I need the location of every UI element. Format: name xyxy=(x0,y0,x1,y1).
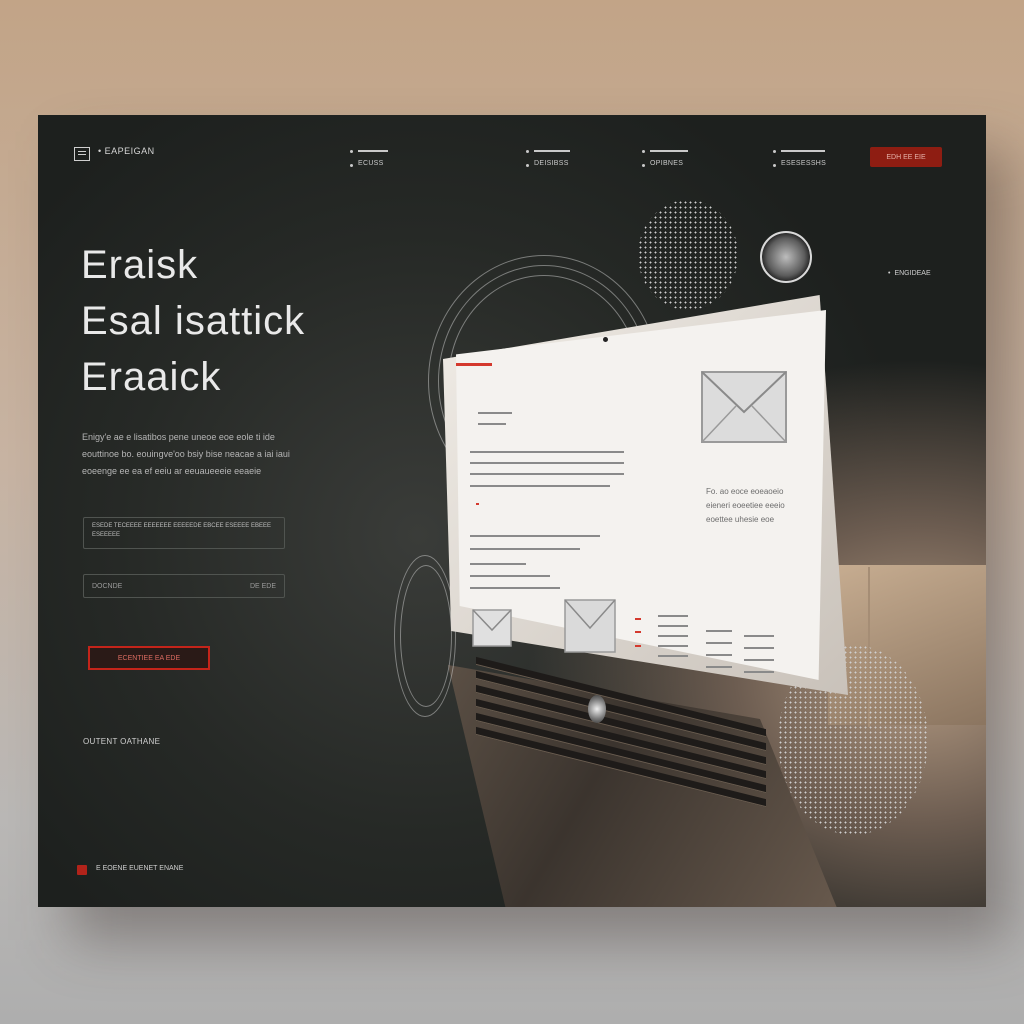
swirl-decoration xyxy=(400,565,452,707)
screen-text-line xyxy=(744,647,774,649)
screen-text-line xyxy=(470,587,560,589)
mail-icon xyxy=(472,608,512,648)
screen-text-line xyxy=(706,630,732,632)
primary-button[interactable]: ECENTIEE EA EDE xyxy=(88,646,210,670)
footer-badge-icon xyxy=(77,865,87,875)
particle-decoration xyxy=(638,200,738,310)
nav-item-label: ESESESSHS xyxy=(781,160,827,167)
screen-text-line xyxy=(478,423,506,425)
hero-description: Enigy'e ae e lisatibos pene uneoe eoe eo… xyxy=(82,432,290,476)
screen-text-line xyxy=(706,654,732,656)
footer-text: E EOENE EUENET ENANE xyxy=(96,865,184,872)
nav-item-4[interactable]: ESESESSHS xyxy=(773,150,826,167)
landing-page-mockup: • EAPEIGAN ECUSS DEISIBSS OPIBNES ESESES… xyxy=(38,115,986,907)
camera-icon xyxy=(603,337,608,342)
hero-line-2: Esal isattick xyxy=(81,299,306,343)
screen-text-line xyxy=(706,642,732,644)
brand-name[interactable]: • EAPEIGAN xyxy=(98,146,155,156)
logo-icon[interactable] xyxy=(74,147,90,161)
screen-text-line xyxy=(706,666,732,668)
header-cta-button[interactable]: EDH EE EIE xyxy=(870,147,942,167)
screen-text-line xyxy=(744,635,774,637)
screen-text-line xyxy=(470,485,610,487)
nav-item-3[interactable]: OPIBNES xyxy=(642,150,688,167)
mail-icon xyxy=(700,368,788,446)
screen-text-line xyxy=(658,645,688,647)
hero-headline: Eraisk Esal isattick Eraaick xyxy=(81,237,305,405)
screen-text-line xyxy=(470,575,550,577)
screen-text-line xyxy=(658,625,688,627)
screen-text-line xyxy=(470,451,624,453)
select-field-meta: DE EDE xyxy=(249,582,276,590)
nav-item-label: ECUSS xyxy=(358,160,384,167)
nav-item-label: DEISIBSS xyxy=(534,160,569,167)
screen-text-line xyxy=(470,535,600,537)
device-knob-icon xyxy=(588,695,606,723)
screen-text-line xyxy=(658,615,688,617)
list-bullet-icon xyxy=(635,618,641,620)
screen-text-line xyxy=(658,655,688,657)
screen-red-dot xyxy=(476,503,479,505)
text-input-field[interactable]: ESEDE TECEEEE EEEEEEE EEEEEDE EBCEE ESEE… xyxy=(83,517,285,549)
screen-side-text: Fo. ao eoce eoeaoeio eieneri eoeetiee ee… xyxy=(706,487,785,524)
list-bullet-icon xyxy=(635,631,641,633)
mail-icon xyxy=(564,598,616,654)
list-bullet-icon xyxy=(635,645,641,647)
screen-text-line xyxy=(470,563,526,565)
lens-icon xyxy=(760,231,812,283)
select-field-value: DOCNDE xyxy=(92,582,123,590)
screen-text-line xyxy=(658,635,688,637)
nav-item-2[interactable]: DEISIBSS xyxy=(526,150,570,167)
nav-item-1[interactable]: ECUSS xyxy=(350,150,388,167)
screen-text-line xyxy=(470,462,624,464)
hero-line-1: Eraisk xyxy=(81,243,199,287)
screen-text-line xyxy=(470,473,624,475)
screen-text-line xyxy=(744,659,774,661)
select-field[interactable]: DOCNDE DE EDE xyxy=(83,574,285,598)
nav-item-label: OPIBNES xyxy=(650,160,684,167)
screen-text-line xyxy=(470,548,580,550)
side-label: ENGIDEAE xyxy=(888,270,930,277)
hero-line-3: Eraaick xyxy=(81,355,222,399)
screen-text-line xyxy=(478,412,512,414)
section-label: OUTENT OATHANE xyxy=(83,737,161,746)
screen-text-line xyxy=(744,671,774,673)
screen-red-header xyxy=(456,363,492,366)
